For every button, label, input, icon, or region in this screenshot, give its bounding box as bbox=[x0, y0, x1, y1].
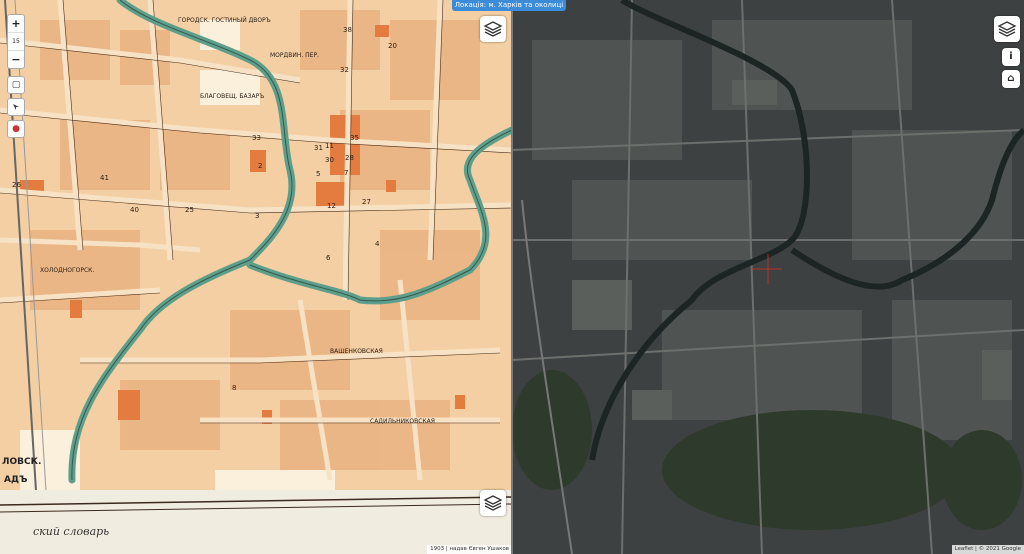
label-kholodnogorsk: ХОЛОДНОГОРСК. bbox=[40, 267, 94, 274]
square-icon: ▢ bbox=[11, 80, 21, 90]
square-tool-button[interactable]: ▢ bbox=[7, 76, 25, 94]
locate-arrow-icon bbox=[13, 104, 19, 110]
num-40: 40 bbox=[130, 206, 139, 214]
num-3: 3 bbox=[255, 212, 259, 220]
home-icon: ⌂ bbox=[1007, 73, 1015, 84]
layers-button-right[interactable] bbox=[994, 16, 1020, 42]
num-5: 5 bbox=[316, 170, 320, 178]
historical-map-canvas: ГОРОДСК. ГОСТИНЫЙ ДВОРЪ БЛАГОВЕЩ. БАЗАРЪ… bbox=[0, 0, 512, 554]
home-button[interactable]: ⌂ bbox=[1002, 70, 1020, 88]
label-slovar: ский словарь bbox=[33, 525, 110, 538]
num-20: 20 bbox=[388, 42, 397, 50]
pin-icon: ● bbox=[12, 124, 20, 134]
layers-button-bottom[interactable] bbox=[480, 490, 506, 516]
historical-map-pane[interactable]: ГОРОДСК. ГОСТИНЫЙ ДВОРЪ БЛАГОВЕЩ. БАЗАРЪ… bbox=[0, 0, 512, 554]
layers-icon bbox=[997, 21, 1017, 37]
satellite-canvas bbox=[512, 0, 1024, 554]
label-lovsk: ЛОВСК. bbox=[2, 457, 42, 467]
num-8: 8 bbox=[232, 384, 236, 392]
num-11: 11 bbox=[325, 142, 334, 150]
info-button[interactable]: i bbox=[1002, 48, 1020, 66]
zoom-in-button[interactable]: + bbox=[8, 15, 24, 32]
location-title: Локація: м. Харків та околиці bbox=[452, 0, 566, 11]
num-4: 4 bbox=[375, 240, 380, 248]
num-2: 2 bbox=[258, 162, 262, 170]
num-35: 35 bbox=[350, 134, 359, 142]
label-gostiny: ГОРОДСК. ГОСТИНЫЙ ДВОРЪ bbox=[178, 17, 271, 24]
num-30: 30 bbox=[325, 156, 334, 164]
num-26: 26 bbox=[12, 181, 21, 189]
num-33: 33 bbox=[252, 134, 261, 142]
attribution-right: Leaflet | © 2021 Google bbox=[951, 545, 1024, 554]
num-41: 41 bbox=[100, 174, 109, 182]
label-sadil: САДИЛЬНИКОВСКАЯ bbox=[370, 418, 435, 425]
zoom-out-button[interactable]: − bbox=[8, 51, 24, 68]
zoom-level: 15 bbox=[8, 32, 24, 51]
split-divider[interactable] bbox=[511, 0, 513, 554]
satellite-map-pane[interactable]: i ⌂ Leaflet | © 2021 Google bbox=[512, 0, 1024, 554]
label-mordvin: МОРДВИН. ПЕР. bbox=[270, 52, 319, 59]
num-28: 28 bbox=[345, 154, 354, 162]
attribution-left: 1903 | надав Євген Ушаков bbox=[427, 545, 512, 554]
num-6: 6 bbox=[326, 254, 331, 262]
locate-button[interactable] bbox=[7, 98, 25, 116]
num-31: 31 bbox=[314, 144, 323, 152]
num-7: 7 bbox=[344, 169, 348, 177]
layers-icon bbox=[483, 495, 503, 511]
info-icon: i bbox=[1009, 51, 1013, 62]
label-bazar: БЛАГОВЕЩ. БАЗАРЪ bbox=[200, 93, 264, 100]
label-vashenk: ВАШЕНКОВСКАЯ bbox=[330, 348, 383, 355]
layers-button-left[interactable] bbox=[480, 16, 506, 42]
num-25: 25 bbox=[185, 206, 194, 214]
num-38: 38 bbox=[343, 26, 352, 34]
num-32: 32 bbox=[340, 66, 349, 74]
layers-icon bbox=[483, 21, 503, 37]
num-27: 27 bbox=[362, 198, 371, 206]
num-12: 12 bbox=[327, 202, 336, 210]
pin-button[interactable]: ● bbox=[7, 120, 25, 138]
zoom-control: + 15 − bbox=[7, 14, 25, 69]
label-ad: АДЪ bbox=[4, 475, 28, 485]
